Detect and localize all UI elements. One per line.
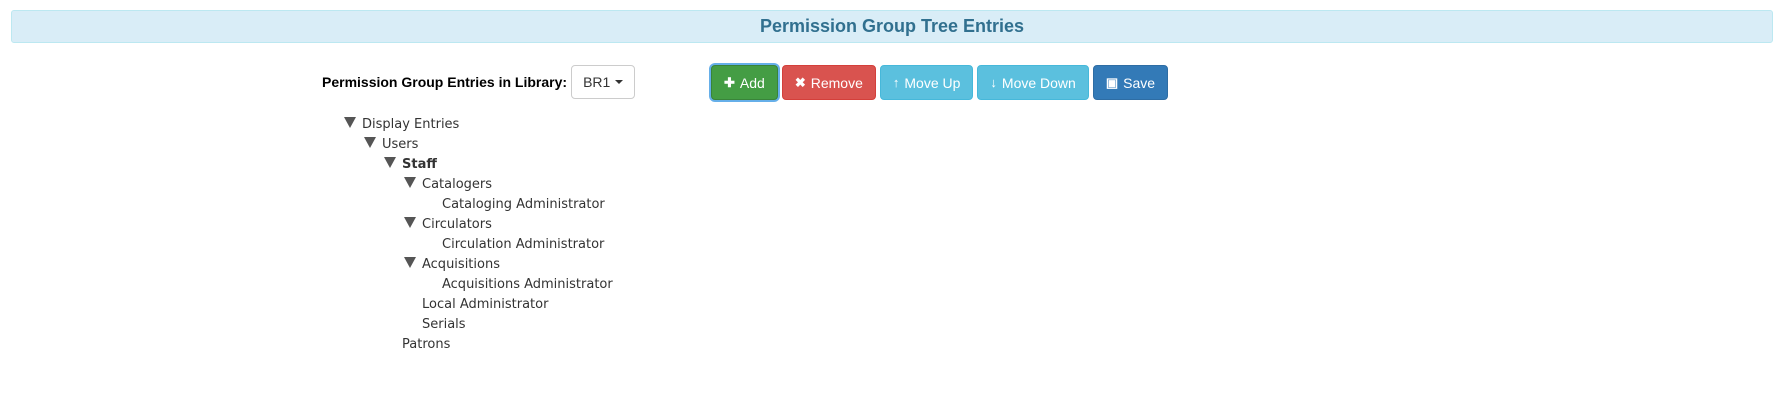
page-title: Permission Group Tree Entries xyxy=(759,16,1025,36)
expand-toggle-icon[interactable] xyxy=(404,257,416,268)
remove-button[interactable]: ✖ Remove xyxy=(781,65,876,100)
tree-node-label[interactable]: Circulation Administrator xyxy=(442,237,604,252)
tree-node-label[interactable]: Catalogers xyxy=(422,177,492,192)
library-dropdown-value: BR1 xyxy=(583,73,611,90)
move-up-button-label: Move Up xyxy=(904,74,961,91)
remove-button-label: Remove xyxy=(810,74,863,91)
add-button[interactable]: ✚ Add xyxy=(711,65,778,100)
caret-down-icon xyxy=(615,79,624,84)
library-selector-bar: Permission Group Entries in Library: BR1 xyxy=(322,64,636,99)
tree-node-label[interactable]: Cataloging Administrator xyxy=(442,197,605,212)
tree-node-label[interactable]: Local Administrator xyxy=(422,297,548,312)
arrow-down-icon: ↓ xyxy=(990,75,997,90)
x-icon: ✖ xyxy=(794,74,806,90)
plus-icon: ✚ xyxy=(724,74,735,90)
tree-node-label[interactable]: Staff xyxy=(402,157,437,172)
expand-toggle-icon[interactable] xyxy=(404,217,416,228)
expand-toggle-icon[interactable] xyxy=(404,177,416,188)
expand-toggle-icon[interactable] xyxy=(364,137,376,148)
page-header: Permission Group Tree Entries xyxy=(11,10,1773,43)
expand-toggle-icon[interactable] xyxy=(344,117,356,128)
tree-node-label[interactable]: Acquisitions Administrator xyxy=(442,277,613,292)
floppy-disk-icon: ▣ xyxy=(1105,74,1119,90)
tree-node-label[interactable]: Display Entries xyxy=(362,117,459,132)
move-down-button[interactable]: ↓ Move Down xyxy=(977,65,1089,100)
library-dropdown[interactable]: BR1 xyxy=(571,64,636,99)
tree-node-label[interactable]: Circulators xyxy=(422,217,492,232)
expand-toggle-icon[interactable] xyxy=(384,157,396,168)
tree-node-label[interactable]: Users xyxy=(382,137,418,152)
save-button[interactable]: ▣ Save xyxy=(1092,65,1169,100)
move-down-button-label: Move Down xyxy=(1001,74,1076,91)
add-button-label: Add xyxy=(739,74,765,91)
action-buttons: ✚ Add ✖ Remove ↑ Move Up ↓ Move Down ▣ S… xyxy=(711,65,1172,100)
tree-node-label[interactable]: Patrons xyxy=(402,337,450,352)
move-up-button[interactable]: ↑ Move Up xyxy=(879,65,974,100)
tree-node-label[interactable]: Serials xyxy=(422,317,466,332)
arrow-up-icon: ↑ xyxy=(892,75,900,90)
library-label: Permission Group Entries in Library: xyxy=(322,73,568,90)
tree-node-label[interactable]: Acquisitions xyxy=(422,257,500,272)
save-button-label: Save xyxy=(1123,74,1156,91)
